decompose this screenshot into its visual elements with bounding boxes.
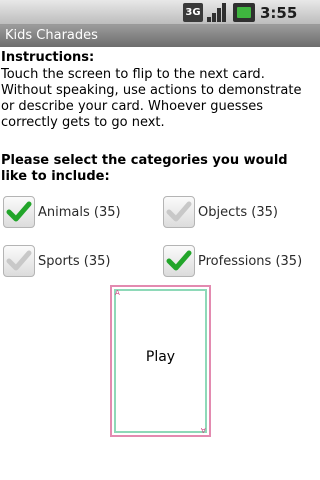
checkmark-icon: [166, 201, 192, 222]
play-card[interactable]: A A Play: [110, 285, 211, 437]
categories-heading: Please select the categories you would l…: [1, 153, 288, 184]
play-label: Play: [145, 349, 176, 365]
checkmark-icon: [166, 250, 192, 271]
3g-icon: 3G: [183, 3, 203, 22]
category-professions[interactable]: Professions (35): [163, 245, 302, 277]
category-label: Animals (35): [38, 204, 121, 220]
checkbox[interactable]: [3, 196, 35, 228]
category-sports[interactable]: Sports (35): [3, 245, 111, 277]
instructions-text: Touch the screen to flip to the next car…: [1, 67, 302, 130]
category-label: Professions (35): [198, 253, 303, 269]
card-corner-bottom: A: [201, 426, 206, 434]
category-objects[interactable]: Objects (35): [163, 196, 278, 228]
checkbox[interactable]: [163, 196, 195, 228]
status-bar: 3G 3:55 PM: [0, 0, 320, 48]
checkmark-icon: [6, 201, 32, 222]
card-corner-top: A: [115, 289, 120, 297]
app-title-bar: Kids Charades: [0, 25, 320, 47]
battery-icon: [233, 3, 255, 22]
clock: 3:55 PM: [260, 4, 298, 48]
checkbox[interactable]: [3, 245, 35, 277]
instructions-heading: Instructions:: [1, 50, 95, 65]
category-label: Objects (35): [198, 204, 278, 220]
category-animals[interactable]: Animals (35): [3, 196, 121, 228]
checkbox[interactable]: [163, 245, 195, 277]
signal-icon: [207, 3, 227, 22]
checkmark-icon: [6, 250, 32, 271]
category-label: Sports (35): [38, 253, 111, 269]
app-title: Kids Charades: [5, 28, 98, 43]
